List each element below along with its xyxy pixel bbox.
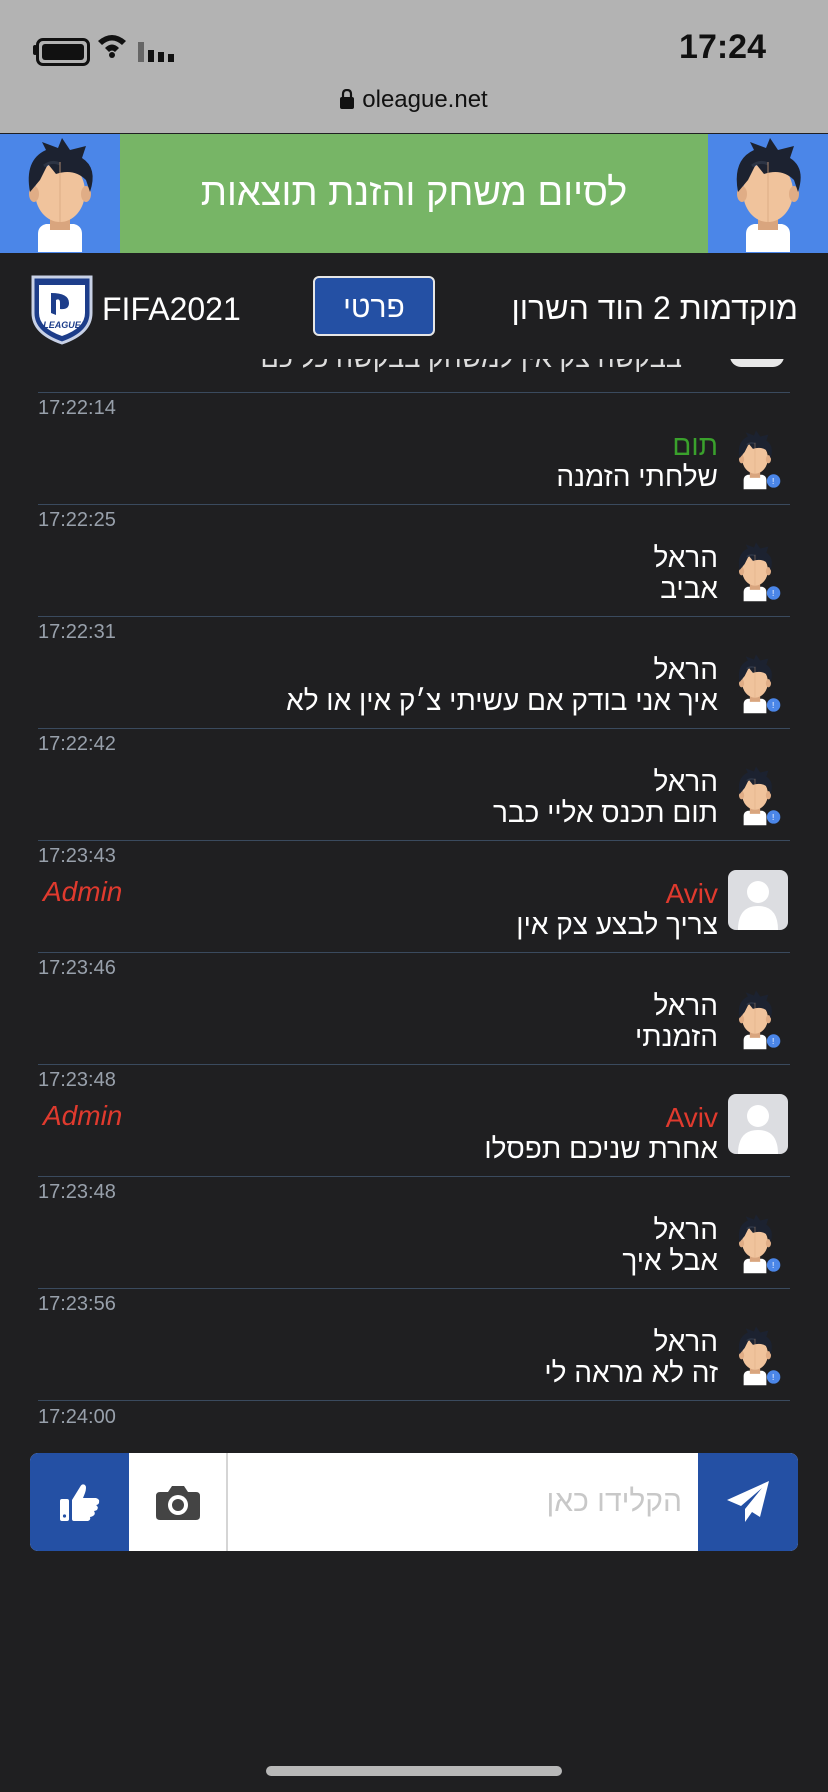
chat-message[interactable]: 17:23:48! הראל אבל איך bbox=[38, 1176, 790, 1289]
banner-player-left bbox=[0, 134, 120, 253]
message-text: תום תכנס אליי כבר bbox=[492, 797, 718, 828]
message-author[interactable]: הראל bbox=[653, 990, 718, 1022]
message-author[interactable]: הראל bbox=[653, 766, 718, 798]
chat-list[interactable]: בבקשה צק אין למשחק בבקשה כל כם 17:22:14!… bbox=[0, 359, 828, 1429]
camera-icon bbox=[155, 1486, 200, 1520]
message-text: צריך לבצע צק אין bbox=[516, 909, 718, 940]
default-avatar-icon[interactable] bbox=[728, 870, 788, 930]
message-text: הזמנתי bbox=[635, 1021, 718, 1052]
finish-game-banner[interactable]: לסיום משחק והזנת תוצאות bbox=[0, 134, 828, 253]
private-button[interactable]: פרטי bbox=[313, 276, 435, 336]
home-indicator bbox=[266, 1766, 562, 1776]
svg-text:!: ! bbox=[772, 813, 774, 822]
message-time: 17:23:46 bbox=[38, 957, 116, 979]
banner-player-right bbox=[708, 134, 828, 253]
url-bar[interactable]: oleague.net bbox=[0, 86, 828, 114]
message-author[interactable]: הראל bbox=[653, 542, 718, 574]
player-avatar-icon[interactable]: ! bbox=[724, 540, 786, 607]
last-message-time: 17:24:00 bbox=[38, 1406, 116, 1428]
chat-message[interactable]: 17:22:31! הראל איך אני בודק אם עשיתי צ׳ק א… bbox=[38, 616, 790, 729]
chat-message[interactable]: 17:23:56! הראל זה לא מראה לי bbox=[38, 1288, 790, 1401]
partial-message-text: בבקשה צק אין למשחק בבקשה כל כם bbox=[260, 359, 682, 374]
message-text: זה לא מראה לי bbox=[544, 1357, 718, 1388]
like-button[interactable] bbox=[30, 1453, 129, 1551]
battery-icon bbox=[36, 38, 90, 66]
player-avatar-icon[interactable]: ! bbox=[724, 1212, 786, 1279]
paper-plane-icon bbox=[727, 1481, 769, 1522]
chat-message[interactable]: 17:23:48 Admin Aviv אחרת שניכם תפסלו bbox=[38, 1064, 790, 1177]
message-author[interactable]: Aviv bbox=[666, 1102, 718, 1134]
message-time: 17:22:14 bbox=[38, 397, 116, 419]
svg-text:!: ! bbox=[772, 589, 774, 598]
message-author[interactable]: תום bbox=[672, 430, 718, 462]
chat-message[interactable]: 17:23:46! הראל הזמנתי bbox=[38, 952, 790, 1065]
message-text: אבל איך bbox=[622, 1245, 718, 1276]
player-avatar-icon[interactable]: ! bbox=[724, 652, 786, 719]
league-logo[interactable]: LEAGUE bbox=[29, 273, 95, 345]
status-bar: 17:24 oleague.net bbox=[0, 0, 828, 133]
battery-cap bbox=[33, 45, 37, 55]
svg-text:!: ! bbox=[772, 477, 774, 486]
message-time: 17:23:48 bbox=[38, 1069, 116, 1091]
player-avatar-icon[interactable]: ! bbox=[724, 428, 786, 495]
admin-badge: Admin bbox=[43, 1100, 123, 1131]
message-time: 17:23:48 bbox=[38, 1181, 116, 1203]
chat-message[interactable]: 17:22:42! הראל תום תכנס אליי כבר bbox=[38, 728, 790, 841]
status-time: 17:24 bbox=[679, 28, 766, 66]
message-text: אביב bbox=[660, 573, 718, 604]
message-time: 17:22:31 bbox=[38, 621, 116, 643]
partial-avatar bbox=[730, 359, 784, 367]
player-avatar-icon[interactable]: ! bbox=[724, 764, 786, 831]
message-author[interactable]: הראל bbox=[653, 1326, 718, 1358]
player-avatar-icon[interactable]: ! bbox=[724, 988, 786, 1055]
partial-message: בבקשה צק אין למשחק בבקשה כל כם bbox=[38, 359, 790, 393]
chat-header: LEAGUE FIFA2021 פרטי מוקדמות 2 הוד השרון bbox=[0, 253, 828, 359]
cellular-signal-icon bbox=[138, 42, 174, 62]
message-author[interactable]: הראל bbox=[653, 654, 718, 686]
player-avatar-icon bbox=[0, 134, 120, 253]
thumbs-up-icon bbox=[59, 1484, 99, 1521]
send-button[interactable] bbox=[698, 1453, 798, 1551]
wifi-icon bbox=[98, 35, 126, 58]
league-title: מוקדמות 2 הוד השרון bbox=[511, 290, 798, 326]
svg-text:!: ! bbox=[772, 1037, 774, 1046]
message-text: שלחתי הזמנה bbox=[556, 461, 718, 492]
svg-text:!: ! bbox=[772, 701, 774, 710]
message-author[interactable]: הראל bbox=[653, 1214, 718, 1246]
message-author[interactable]: Aviv bbox=[666, 878, 718, 910]
message-input-bar bbox=[30, 1453, 798, 1551]
default-avatar-icon[interactable] bbox=[728, 1094, 788, 1154]
svg-text:!: ! bbox=[772, 1373, 774, 1382]
chat-message[interactable]: 17:22:25! הראל אביב bbox=[38, 504, 790, 617]
message-time: 17:22:25 bbox=[38, 509, 116, 531]
url-text: oleague.net bbox=[362, 86, 488, 113]
message-time: 17:23:56 bbox=[38, 1293, 116, 1315]
player-avatar-icon bbox=[708, 134, 828, 253]
message-text: איך אני בודק אם עשיתי צ׳ק אין או לא bbox=[286, 685, 718, 716]
message-time: 17:22:42 bbox=[38, 733, 116, 755]
camera-button[interactable] bbox=[129, 1453, 228, 1551]
lock-icon bbox=[340, 89, 355, 109]
banner-text: לסיום משחק והזנת תוצאות bbox=[200, 172, 628, 214]
player-avatar-icon[interactable]: ! bbox=[724, 1324, 786, 1391]
admin-badge: Admin bbox=[43, 876, 123, 907]
message-input[interactable] bbox=[230, 1453, 698, 1551]
logo-text: LEAGUE bbox=[43, 320, 82, 330]
chat-message[interactable]: 17:22:14! תום שלחתי הזמנה bbox=[38, 392, 790, 505]
game-name: FIFA2021 bbox=[102, 291, 241, 327]
svg-text:!: ! bbox=[772, 1261, 774, 1270]
message-text: אחרת שניכם תפסלו bbox=[484, 1133, 718, 1164]
message-time: 17:23:43 bbox=[38, 845, 116, 867]
chat-message[interactable]: 17:23:43 Admin Aviv צריך לבצע צק אין bbox=[38, 840, 790, 953]
